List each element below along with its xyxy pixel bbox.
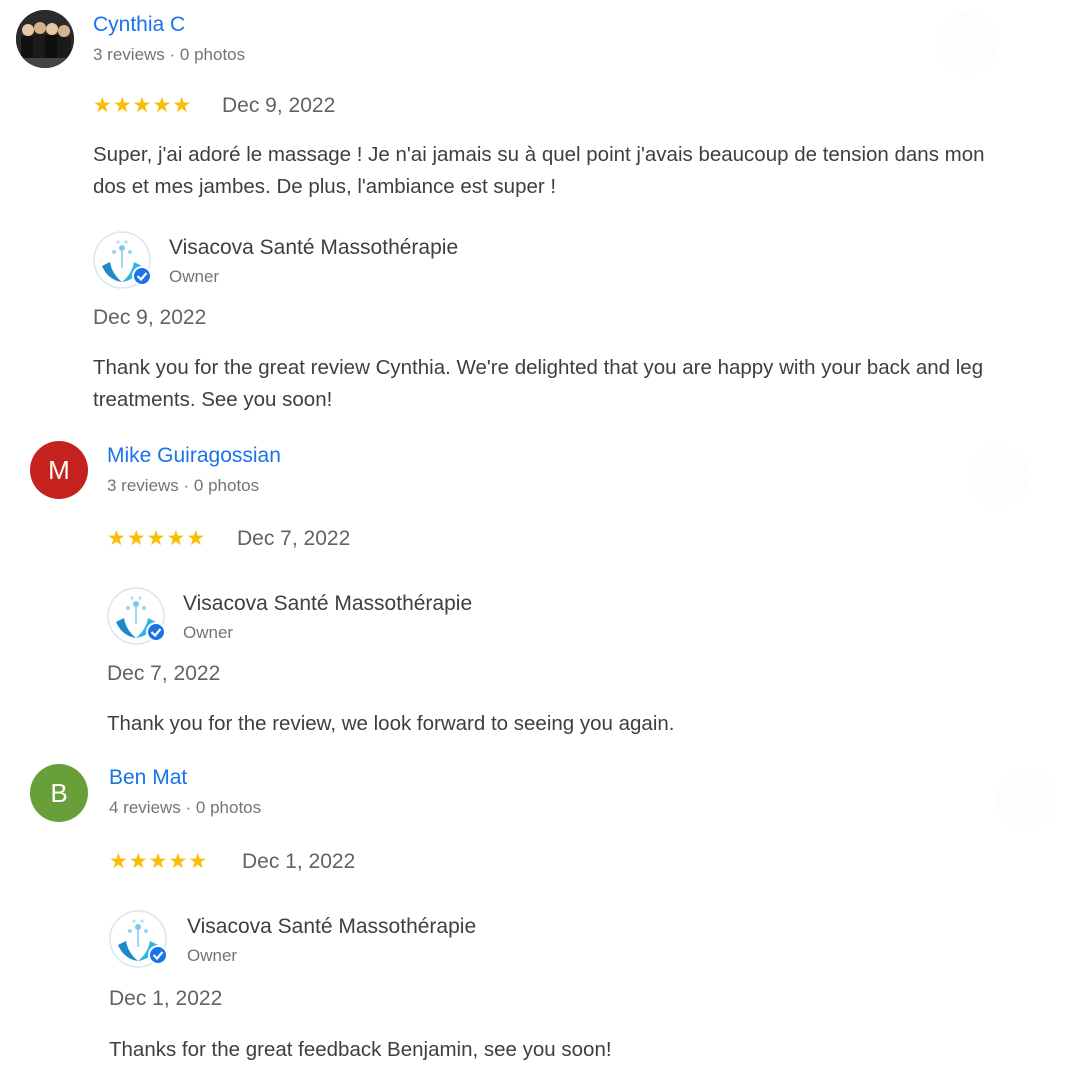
more-options-button[interactable]: [936, 12, 998, 74]
reviewer-avatar[interactable]: B: [30, 764, 88, 822]
owner-name: Visacova Santé Massothérapie: [169, 236, 459, 259]
owner-name: Visacova Santé Massothérapie: [187, 915, 477, 938]
owner-logo[interactable]: [106, 586, 166, 646]
star-icon: ★: [126, 527, 146, 550]
owner-logo[interactable]: [92, 230, 152, 290]
review-card: B Ben Mat 4 reviews · 0 photos ★ ★ ★ ★ ★ Dec…: [0, 752, 1080, 1080]
star-icon: ★: [107, 527, 126, 550]
star-icon: ★: [172, 94, 192, 117]
reviewer-name[interactable]: Mike Guiragossian: [107, 444, 281, 468]
verified-badge-icon: [132, 266, 152, 286]
star-icon: ★: [188, 850, 208, 873]
star-icon: ★: [109, 850, 128, 873]
owner-response-text: Thank you for the review, we look forwar…: [107, 712, 675, 735]
star-icon: ★: [148, 850, 168, 873]
owner-logo-icon: [93, 231, 152, 289]
more-options-button[interactable]: [968, 445, 1030, 507]
review-card: M Mike Guiragossian 3 reviews · 0 photos…: [0, 430, 1080, 750]
owner-response-date: Dec 1, 2022: [109, 987, 223, 1010]
star-rating: ★ ★ ★ ★ ★: [107, 528, 205, 549]
reviewer-meta: 4 reviews · 0 photos: [109, 798, 262, 817]
reviewer-meta: 3 reviews · 0 photos: [93, 45, 246, 64]
reviewer-avatar[interactable]: M: [30, 441, 88, 499]
review-text: Super, j'ai adoré le massage ! Je n'ai j…: [93, 143, 985, 198]
owner-response-date: Dec 9, 2022: [93, 306, 207, 329]
owner-logo-icon: [109, 910, 168, 968]
star-icon: ★: [146, 527, 166, 550]
star-icon: ★: [152, 94, 172, 117]
verified-badge-icon: [146, 622, 166, 642]
avatar-letter: M: [48, 454, 70, 485]
reviewer-avatar[interactable]: [16, 10, 74, 68]
review-date: Dec 7, 2022: [237, 527, 351, 550]
reviewer-name[interactable]: Cynthia C: [93, 13, 185, 37]
star-icon: ★: [186, 527, 206, 550]
reviewer-meta: 3 reviews · 0 photos: [107, 476, 260, 495]
review-date: Dec 9, 2022: [222, 94, 336, 117]
owner-role: Owner: [169, 267, 220, 286]
reviewer-name[interactable]: Ben Mat: [109, 766, 187, 790]
star-rating: ★ ★ ★ ★ ★: [109, 851, 207, 872]
star-icon: ★: [128, 850, 148, 873]
owner-name: Visacova Santé Massothérapie: [183, 592, 473, 615]
star-icon: ★: [166, 527, 186, 550]
star-icon: ★: [132, 94, 152, 117]
owner-role: Owner: [187, 946, 238, 965]
star-icon: ★: [93, 94, 112, 117]
owner-response-text: Thanks for the great feedback Benjamin, …: [109, 1038, 612, 1061]
owner-logo-icon: [107, 587, 166, 645]
more-options-button[interactable]: [995, 768, 1057, 830]
group-photo-icon: [16, 10, 74, 68]
owner-response-date: Dec 7, 2022: [107, 662, 221, 685]
verified-badge-icon: [148, 945, 168, 965]
owner-role: Owner: [183, 623, 234, 642]
owner-response-text: Thank you for the great review Cynthia. …: [93, 356, 984, 411]
review-date: Dec 1, 2022: [242, 850, 356, 873]
review-card: Cynthia C 3 reviews · 0 photos ★ ★ ★ ★ ★ Dec…: [0, 0, 1080, 430]
star-icon: ★: [112, 94, 132, 117]
avatar-letter: B: [50, 777, 68, 808]
star-rating: ★ ★ ★ ★ ★: [93, 95, 191, 116]
owner-logo[interactable]: [108, 909, 168, 969]
star-icon: ★: [168, 850, 188, 873]
